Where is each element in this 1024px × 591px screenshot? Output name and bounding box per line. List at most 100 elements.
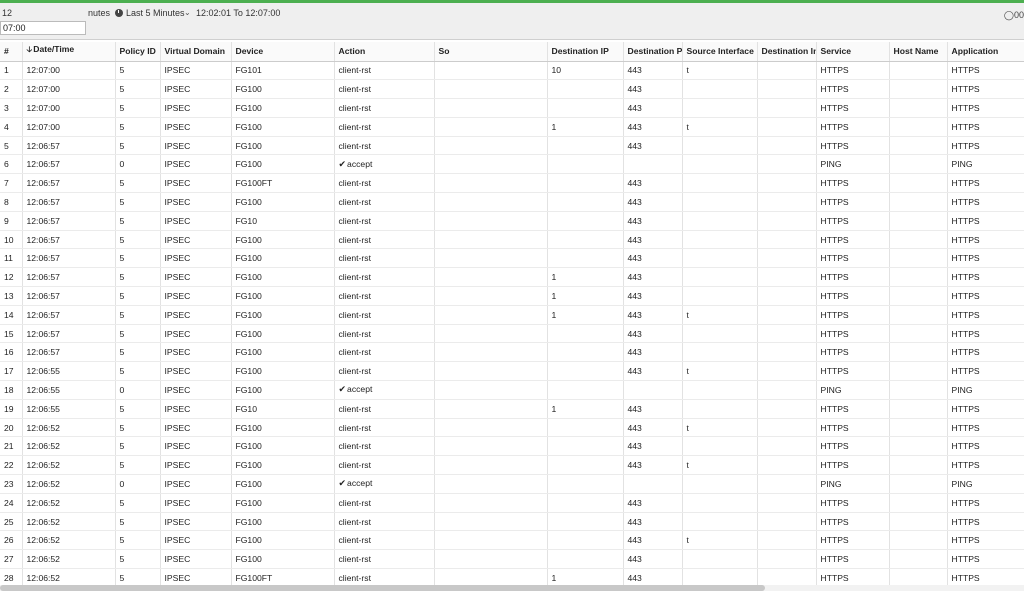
user-icon[interactable]: ◯: [1004, 10, 1014, 21]
table-row[interactable]: 23 12:06:52 0 IPSEC FG100 ✔accept PING PING: [0, 474, 1024, 494]
cell-device: FG100: [231, 361, 335, 382]
cell-source: [434, 455, 548, 476]
col-header-destination-port[interactable]: Destination Po: [623, 42, 683, 62]
cell-destination-ip: 10: [547, 61, 624, 81]
cell-host-name: [889, 267, 948, 288]
cell-destination-port: 443: [623, 530, 683, 551]
cell-action: client-rst: [334, 173, 435, 194]
col-header-source-interface[interactable]: Source Interface: [682, 42, 758, 62]
cell-source-interface: [682, 230, 758, 250]
sort-desc-icon[interactable]: 🡣: [27, 45, 33, 54]
cell-source-interface: t: [682, 418, 758, 438]
cell-action: client-rst: [334, 418, 435, 438]
cell-host-name: [889, 399, 948, 419]
cell-source-interface: [682, 399, 758, 419]
col-header-datetime[interactable]: 🡣Date/Time: [22, 42, 116, 62]
cell-virtual-domain: IPSEC: [160, 117, 232, 137]
table-row[interactable]: 5 12:06:57 5 IPSEC FG100 client-rst 443 HTTPS HT…: [0, 136, 1024, 156]
horizontal-scrollbar[interactable]: [0, 585, 1024, 591]
cell-source: [434, 305, 548, 325]
cell-source: [434, 549, 548, 570]
cell-number: 1: [0, 61, 23, 81]
col-header-action[interactable]: Action: [334, 42, 435, 62]
cell-destination-port: 443: [623, 436, 683, 457]
table-row[interactable]: 15 12:06:57 5 IPSEC FG100 client-rst 443 HTTPS H…: [0, 324, 1024, 344]
col-header-destination-ip[interactable]: Destination IP: [547, 42, 624, 62]
col-header-source[interactable]: So: [434, 42, 548, 62]
cell-number: 22: [0, 455, 23, 476]
table-row[interactable]: 18 12:06:55 0 IPSEC FG100 ✔accept PING PING: [0, 380, 1024, 400]
time-range-dropdown[interactable]: Last 5 Minutes: [126, 6, 185, 20]
table-row[interactable]: 20 12:06:52 5 IPSEC FG100 client-rst 443 t HTTPS…: [0, 418, 1024, 438]
table-row[interactable]: 26 12:06:52 5 IPSEC FG100 client-rst 443 t HTTPS…: [0, 530, 1024, 551]
table-row[interactable]: 2 12:07:00 5 IPSEC FG100 client-rst 443 HTTPS HT…: [0, 79, 1024, 100]
cell-service: PING: [816, 154, 890, 175]
cell-destination-port: 443: [623, 61, 683, 81]
cell-device: FG101: [231, 61, 335, 81]
table-row[interactable]: 8 12:06:57 5 IPSEC FG100 client-rst 443 HTTPS HT…: [0, 192, 1024, 212]
table-row[interactable]: 6 12:06:57 0 IPSEC FG100 ✔accept PING PING: [0, 154, 1024, 175]
cell-application: HTTPS: [947, 248, 1024, 269]
cell-virtual-domain: IPSEC: [160, 305, 232, 325]
cell-device: FG100: [231, 380, 335, 400]
cell-host-name: [889, 117, 948, 137]
cell-service: HTTPS: [816, 342, 890, 363]
table-row[interactable]: 3 12:07:00 5 IPSEC FG100 client-rst 443 HTTPS HT…: [0, 98, 1024, 118]
col-header-application[interactable]: Application: [947, 42, 1024, 62]
table-row[interactable]: 16 12:06:57 5 IPSEC FG100 client-rst 443 HTTPS H…: [0, 342, 1024, 363]
cell-number: 4: [0, 117, 23, 137]
col-header-device[interactable]: Device: [231, 42, 335, 62]
cell-destination-ip: [547, 418, 624, 438]
col-header-number[interactable]: #: [0, 42, 23, 62]
cell-host-name: [889, 436, 948, 457]
cell-policy-id: 5: [115, 117, 161, 137]
table-row[interactable]: 7 12:06:57 5 IPSEC FG100FT client-rst 443 HTTPS…: [0, 173, 1024, 194]
cell-application: HTTPS: [947, 230, 1024, 250]
scrollbar-thumb[interactable]: [0, 585, 765, 591]
col-header-service[interactable]: Service: [816, 42, 890, 62]
table-body: 1 12:07:00 5 IPSEC FG101 client-rst 10 443 t HTTP…: [0, 61, 1024, 588]
col-header-policy-id[interactable]: Policy ID: [115, 42, 161, 62]
table-row[interactable]: 12 12:06:57 5 IPSEC FG100 client-rst 1 443 HTTPS…: [0, 267, 1024, 288]
cell-application: HTTPS: [947, 399, 1024, 419]
cell-policy-id: 0: [115, 380, 161, 400]
table-row[interactable]: 25 12:06:52 5 IPSEC FG100 client-rst 443 HTTPS H…: [0, 512, 1024, 532]
cell-source: [434, 173, 548, 194]
cell-number: 5: [0, 136, 23, 156]
cell-action: client-rst: [334, 324, 435, 344]
table-row[interactable]: 21 12:06:52 5 IPSEC FG100 client-rst 443 HTTPS H…: [0, 436, 1024, 457]
chevron-down-icon[interactable]: ⌄: [184, 6, 191, 20]
table-row[interactable]: 27 12:06:52 5 IPSEC FG100 client-rst 443 HTTPS H…: [0, 549, 1024, 570]
cell-datetime: 12:06:52: [22, 549, 116, 570]
cell-service: HTTPS: [816, 418, 890, 438]
col-header-virtual-domain[interactable]: Virtual Domain: [160, 42, 232, 62]
cell-device: FG100: [231, 192, 335, 212]
cell-source-interface: [682, 267, 758, 288]
cell-source-interface: [682, 380, 758, 400]
col-header-host-name[interactable]: Host Name: [889, 42, 948, 62]
cell-virtual-domain: IPSEC: [160, 211, 232, 231]
search-input[interactable]: [0, 21, 86, 35]
table-row[interactable]: 22 12:06:52 5 IPSEC FG100 client-rst 443 t HTTPS…: [0, 455, 1024, 476]
col-header-destination-interface[interactable]: Destination In: [757, 42, 817, 62]
cell-host-name: [889, 493, 948, 513]
table-row[interactable]: 1 12:07:00 5 IPSEC FG101 client-rst 10 443 t HTTP…: [0, 61, 1024, 81]
cell-service: HTTPS: [816, 324, 890, 344]
table-row[interactable]: 24 12:06:52 5 IPSEC FG100 client-rst 443 HTTPS H…: [0, 493, 1024, 513]
table-row[interactable]: 13 12:06:57 5 IPSEC FG100 client-rst 1 443 HTTPS…: [0, 286, 1024, 306]
cell-datetime: 12:06:57: [22, 248, 116, 269]
cell-number: 8: [0, 192, 23, 212]
table-row[interactable]: 4 12:07:00 5 IPSEC FG100 client-rst 1 443 t HTTPS…: [0, 117, 1024, 137]
cell-datetime: 12:06:57: [22, 211, 116, 231]
cell-virtual-domain: IPSEC: [160, 61, 232, 81]
cell-policy-id: 5: [115, 436, 161, 457]
table-row[interactable]: 19 12:06:55 5 IPSEC FG10 client-rst 1 443 HTTPS H…: [0, 399, 1024, 419]
table-row[interactable]: 9 12:06:57 5 IPSEC FG10 client-rst 443 HTTPS HTT…: [0, 211, 1024, 231]
cell-datetime: 12:06:57: [22, 173, 116, 194]
table-row[interactable]: 11 12:06:57 5 IPSEC FG100 client-rst 443 HTTPS H…: [0, 248, 1024, 269]
table-row[interactable]: 14 12:06:57 5 IPSEC FG100 client-rst 1 443 t HTTP…: [0, 305, 1024, 325]
table-row[interactable]: 10 12:06:57 5 IPSEC FG100 client-rst 443 HTTPS H…: [0, 230, 1024, 250]
cell-destination-port: 443: [623, 286, 683, 306]
table-row[interactable]: 17 12:06:55 5 IPSEC FG100 client-rst 443 t HTTPS…: [0, 361, 1024, 382]
range-unit-label: nutes: [88, 8, 111, 18]
